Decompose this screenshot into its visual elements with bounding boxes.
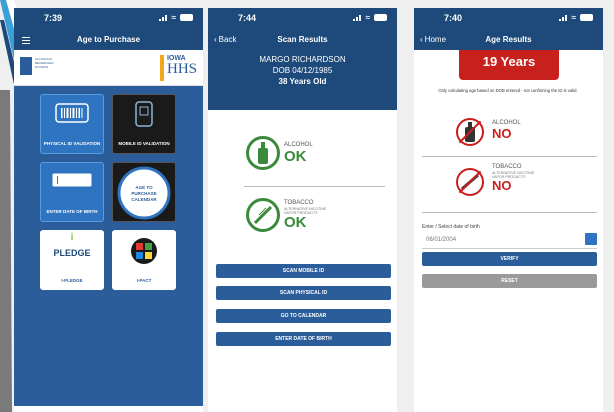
scan-physical-id-button[interactable]: SCAN PHYSICAL ID [216,286,391,300]
tile-physical-id-label: PHYSICAL ID VALIDATION [43,141,101,146]
person-info: MARGO RICHARDSON DOB 04/12/1985 38 Years… [208,50,397,110]
battery-icon [180,14,193,21]
phone-scan-results: 7:44 ≈ ‹ Back Scan Results MARGO RICHARD… [208,8,397,412]
no-tobacco-icon [456,168,484,196]
tile-enter-dob-label: ENTER DATE OF BIRTH [46,209,98,214]
person-age: 38 Years Old [278,77,327,86]
chevron-left-icon: ‹ [420,35,423,44]
alcohol-status: OK [284,147,307,165]
tile-mobile-id-label: MOBILE ID VALIDATION [118,141,170,146]
scan-mobile-id-button[interactable]: SCAN MOBILE ID [216,264,391,278]
status-time: 7:39 [44,13,63,23]
verify-button[interactable]: VERIFY [422,252,597,266]
divider [244,186,385,187]
reset-button[interactable]: RESET [422,274,597,288]
i-pledge-person-icon: i [70,232,74,243]
hamburger-menu-icon[interactable] [22,37,30,46]
signal-icon [158,14,168,21]
tile-i-pact[interactable]: I-PACT [112,230,176,290]
signal-icon [352,14,362,21]
nav-bar: ‹ Home Age Results [414,30,603,50]
tobacco-result: TOBACCO ALTERNATIVE NICOTINE VAPOR PRODU… [492,164,542,193]
tile-i-pledge-label: I-PLEDGE [61,278,83,283]
home-button[interactable]: ‹ Home [420,30,446,50]
tile-age-calendar-label: AGE TO PURCHASE CALENDAR [131,185,157,202]
page-title: Scan Results [277,35,328,44]
tile-i-pact-label: I-PACT [136,278,152,283]
wifi-icon: ≈ [571,13,576,22]
tobacco-status: NO [492,178,512,193]
tobacco-label: TOBACCO [284,199,314,206]
tile-mobile-id[interactable]: MOBILE ID VALIDATION [112,94,176,154]
age-banner: 19 Years [459,50,559,80]
abd-logo-mark [20,57,32,75]
phone-age-results: 7:40 ≈ ‹ Home Age Results 19 Years Only … [414,8,603,412]
wifi-icon: ≈ [365,13,370,22]
divider [422,156,597,157]
back-label: Back [218,35,237,44]
person-name: MARGO RICHARDSON [259,55,346,64]
dob-field[interactable]: 06/01/2004 [422,233,597,249]
tile-age-calendar[interactable]: AGE TO PURCHASE CALENDAR [112,162,176,222]
status-bar: 7:40 ≈ [414,8,603,30]
cigarette-icon [246,198,280,232]
alcohol-result: ALCOHOL OK [246,136,313,170]
go-to-calendar-button[interactable]: GO TO CALENDAR [216,309,391,323]
tobacco-status: OK [284,213,307,231]
person-dob: DOB 04/12/1985 [272,66,333,75]
hhs-logo-bar [159,55,164,81]
tile-physical-id[interactable]: PHYSICAL ID VALIDATION [40,94,104,154]
nav-bar: Age to Purchase [14,30,203,50]
divider [422,212,597,213]
tile-grid: PHYSICAL ID VALIDATION MOBILE ID VALIDAT… [14,86,203,406]
signal-icon [558,14,568,21]
iowa-hhs-logo: IOWA HHS [159,55,197,81]
tobacco-result: TOBACCO ALTERNATIVE NICOTINE VAPOR PRODU… [246,198,334,232]
bottle-icon [246,136,280,170]
abd-logo: ALCOHOLIC BEVERAGES DIVISION [20,57,61,75]
page-title: Age to Purchase [76,35,141,44]
i-pledge-logo-text: PLEDGE [53,248,91,258]
status-bar: 7:44 ≈ [208,8,397,30]
alcohol-result: ALCOHOL NO [492,120,521,141]
status-time: 7:40 [444,13,463,23]
battery-icon [580,14,593,21]
page-title: Age Results [485,35,532,44]
back-button[interactable]: ‹ Back [214,30,236,50]
calendar-icon[interactable] [585,233,597,245]
home-label: Home [424,35,447,44]
alcohol-status: NO [492,126,512,141]
logo-strip: ALCOHOLIC BEVERAGES DIVISION IOWA HHS [14,50,203,86]
dob-value: 06/01/2004 [426,237,457,243]
abd-logo-text: ALCOHOLIC BEVERAGES DIVISION [35,57,54,69]
status-time: 7:44 [238,13,257,23]
status-bar: 7:39 ≈ [14,8,203,30]
chevron-left-icon: ‹ [214,35,217,44]
barcode-icon [55,103,89,123]
input-field-icon [52,173,92,187]
enter-dob-button[interactable]: ENTER DATE OF BIRTH [216,332,391,346]
wifi-icon: ≈ [171,13,176,22]
mobile-phone-icon [135,101,153,127]
tile-i-pledge[interactable]: i PLEDGE I-PLEDGE [40,230,104,290]
hhs-text: HHS [166,61,197,77]
i-pact-logo-icon [131,238,157,264]
tobacco-label: TOBACCO [492,164,522,170]
no-alcohol-icon [456,118,484,146]
phone-age-to-purchase: 7:39 ≈ Age to Purchase ALCOHOLIC BEVERAG… [14,8,203,412]
dob-field-label: Enter / Select date of birth [422,224,480,230]
battery-icon [374,14,387,21]
tile-enter-dob[interactable]: ENTER DATE OF BIRTH [40,162,104,222]
nav-bar: ‹ Back Scan Results [208,30,397,50]
disclaimer-text: Only calculating age based on DOB entere… [438,88,578,93]
